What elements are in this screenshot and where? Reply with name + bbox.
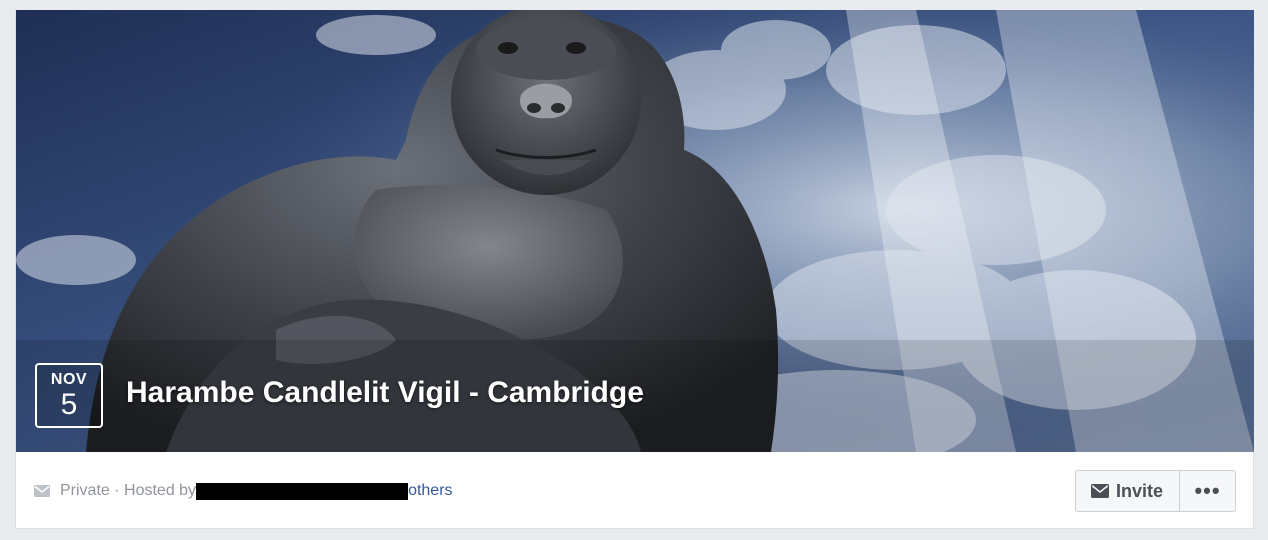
invite-button[interactable]: Invite xyxy=(1076,471,1180,511)
privacy-host-text: Private · Hosted by xyxy=(60,482,197,499)
envelope-icon xyxy=(34,485,50,497)
event-info-bar: Private · Hosted by others Invite ••• xyxy=(16,452,1254,528)
event-month: NOV xyxy=(50,371,88,388)
others-hosts-link[interactable]: others xyxy=(408,482,452,500)
event-title: Harambe Candlelit Vigil - Cambridge xyxy=(126,376,644,409)
event-privacy-info: Private · Hosted by others xyxy=(34,482,453,500)
invite-label: Invite xyxy=(1115,480,1163,501)
event-actions: Invite ••• xyxy=(1074,470,1236,512)
more-options-button[interactable]: ••• xyxy=(1180,471,1235,511)
event-date-badge: NOV 5 xyxy=(35,363,103,428)
event-header-card: NOV 5 Harambe Candlelit Vigil - Cambridg… xyxy=(15,10,1254,529)
redacted-host-names xyxy=(196,482,409,500)
cover-photo[interactable]: NOV 5 Harambe Candlelit Vigil - Cambridg… xyxy=(16,10,1254,452)
envelope-icon xyxy=(1090,484,1109,498)
event-day: 5 xyxy=(60,388,78,421)
more-options-icon: ••• xyxy=(1194,478,1221,503)
